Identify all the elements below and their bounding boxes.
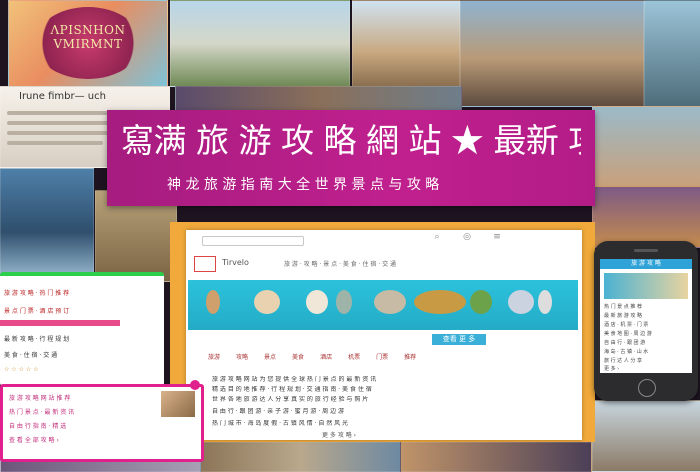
poster-text: ΛPISNHON VMIRMNT: [33, 23, 143, 51]
cathedral-photo-tile: [460, 0, 644, 107]
menu-item[interactable]: 酒店: [320, 352, 332, 361]
app-list-item[interactable]: 更 多 ›: [604, 365, 619, 372]
card-row: 旅 游 攻 略 · 热 门 推 荐: [4, 290, 70, 297]
top-icon-group: ⌕ ◎ ≡: [432, 232, 502, 242]
poster-line-1: ΛPISNHON: [50, 23, 126, 37]
content-paragraph: 精 选 目 的 地 推 荐 · 行 程 规 划 · 交 通 指 南 · 美 食 …: [212, 386, 372, 393]
promo-card[interactable]: 旅 游 攻 略 网 站 推 荐 热 门 景 点 · 最 新 资 讯 自 由 行 …: [0, 384, 204, 462]
site-logo[interactable]: [194, 256, 216, 272]
app-hero-image[interactable]: [604, 273, 688, 299]
highlight-bar: [0, 320, 120, 326]
app-list-item[interactable]: 自 由 行 · 跟 团 游: [604, 339, 645, 346]
address-bar[interactable]: [202, 236, 304, 246]
hero-graphic: [336, 290, 352, 314]
content-paragraph: 旅 游 攻 略 网 站 为 您 提 供 全 球 热 门 景 点 的 最 新 资 …: [212, 376, 377, 383]
site-logo-text: Tirvelo: [222, 258, 249, 267]
hero-graphic: [254, 290, 280, 314]
home-button[interactable]: [638, 379, 656, 397]
hero-banner[interactable]: [188, 280, 578, 330]
poster-tile: ΛPISNHON VMIRMNT: [8, 0, 168, 87]
menu-item[interactable]: 攻略: [236, 352, 248, 361]
card-row: 热 门 景 点 · 最 新 资 讯: [9, 409, 75, 416]
app-list-item[interactable]: 最 新 旅 游 攻 略: [604, 312, 642, 319]
speaker-grille: [634, 249, 658, 252]
banner-subtitle: 神 龙 旅 游 指 南 大 全 世 界 景 点 与 攻 略: [167, 177, 440, 193]
poster-line-2: VMIRMNT: [53, 37, 123, 51]
phone-screen: 旅 游 攻 略 热 门 景 点 推 荐 最 新 旅 游 攻 略 酒 店 · 机 …: [600, 259, 692, 373]
hero-graphic: [306, 290, 328, 314]
mobile-phone-mockup: 旅 游 攻 略 热 门 景 点 推 荐 最 新 旅 游 攻 略 酒 店 · 机 …: [594, 241, 698, 401]
app-header: 旅 游 攻 略: [600, 259, 692, 269]
app-list-item[interactable]: 热 门 景 点 推 荐: [604, 303, 642, 310]
hero-graphic: [374, 290, 406, 314]
hero-graphic: [538, 290, 552, 314]
app-list-item[interactable]: 美 食 地 图 · 周 边 游: [604, 330, 652, 337]
more-link[interactable]: 更 多 攻 略 ›: [322, 430, 356, 439]
city-photo-tile: [170, 0, 350, 87]
menu-item[interactable]: 机票: [348, 352, 360, 361]
strip-label: Irune fimbr— uch: [19, 91, 106, 102]
bottom-right-photo-tile: [592, 400, 700, 472]
bottom-photo-tile: [400, 442, 592, 472]
site-nav[interactable]: 旅 游 · 攻 略 · 景 点 · 美 食 · 住 宿 · 交 通: [284, 259, 396, 268]
menu-item[interactable]: 旅游: [208, 352, 220, 361]
card-row: 最 新 攻 略 · 行 程 规 划: [4, 336, 70, 343]
menu-item[interactable]: 推荐: [404, 352, 416, 361]
info-card[interactable]: 旅 游 攻 略 · 热 门 推 荐 景 点 门 票 · 酒 店 预 订 最 新 …: [0, 272, 164, 386]
hero-graphic: [206, 290, 220, 314]
app-list-item[interactable]: 海 岛 · 古 镇 · 山 水: [604, 348, 648, 355]
bottom-photo-tile: [200, 442, 402, 472]
title-banner: 寫满 旅 游 攻 略 網 站 ★ 最新 攻略 神 龙 旅 游 指 南 大 全 世…: [107, 110, 595, 206]
card-row: 旅 游 攻 略 网 站 推 荐: [9, 395, 71, 402]
beach-photo-tile: [592, 106, 700, 188]
menu-item[interactable]: 景点: [264, 352, 276, 361]
card-row: 美 食 · 住 宿 · 交 通: [4, 352, 58, 359]
website-mockup: ⌕ ◎ ≡ Tirvelo 旅 游 · 攻 略 · 景 点 · 美 食 · 住 …: [186, 230, 582, 440]
category-menu: 旅游 攻略 景点 美食 酒店 机票 门票 推荐: [208, 352, 568, 361]
more-button[interactable]: 查看 更 多: [432, 334, 486, 345]
card-thumbnail: [161, 391, 195, 417]
app-list-item[interactable]: 酒 店 · 机 票 · 门 票: [604, 321, 648, 328]
landscape-photo-tile: [644, 0, 700, 107]
user-icon[interactable]: ◎: [462, 232, 472, 242]
building-photo-tile: [352, 0, 460, 87]
sunset-photo-tile: [592, 186, 700, 248]
harbor-photo-tile: [0, 168, 94, 275]
app-list-item[interactable]: 旅 行 达 人 分 享: [604, 357, 642, 364]
content-paragraph: 自 由 行 · 跟 团 游 · 亲 子 游 · 蜜 月 游 · 周 边 游: [212, 408, 344, 415]
hero-graphic: [508, 290, 534, 314]
site-header: Tirvelo 旅 游 · 攻 略 · 景 点 · 美 食 · 住 宿 · 交 …: [194, 256, 574, 274]
text-line: [7, 121, 117, 125]
content-paragraph: 世 界 各 地 旅 游 达 人 分 享 真 实 的 旅 行 经 验 与 照 片: [212, 396, 369, 403]
rating-stars: ☆ ☆ ☆ ☆ ☆: [4, 366, 39, 373]
banner-title: 寫满 旅 游 攻 略 網 站 ★ 最新 攻略: [121, 121, 581, 160]
hero-graphic: [414, 290, 466, 314]
menu-icon[interactable]: ≡: [492, 232, 502, 242]
card-row: 景 点 门 票 · 酒 店 预 订: [4, 308, 70, 315]
card-row: 自 由 行 指 南 · 精 选: [9, 423, 67, 430]
menu-item[interactable]: 美食: [292, 352, 304, 361]
hero-graphic: [470, 290, 492, 314]
content-paragraph: 热 门 城 市 · 海 岛 度 假 · 古 镇 风 情 · 自 然 风 光: [212, 420, 349, 427]
pin-icon: [190, 380, 200, 390]
menu-item[interactable]: 门票: [376, 352, 388, 361]
text-line: [7, 141, 103, 145]
search-icon[interactable]: ⌕: [432, 232, 442, 242]
card-link[interactable]: 查 看 全 部 攻 略 ›: [9, 435, 59, 444]
